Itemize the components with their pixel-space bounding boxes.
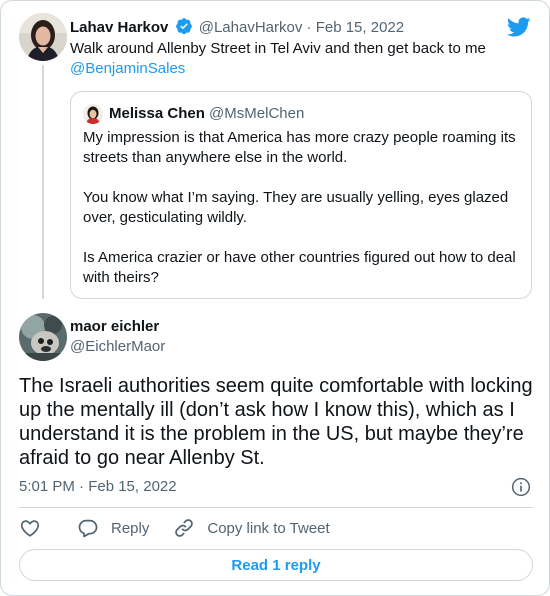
tweet-actions: Reply Copy link to Tweet [19,517,354,539]
heart-icon [20,520,40,537]
parent-tweet-text: Walk around Allenby Street in Tel Aviv a… [70,39,520,79]
separator-dot: · [306,19,312,36]
avatar[interactable] [19,313,67,361]
author-handle[interactable]: @EichlerMaor [70,337,165,357]
quoted-tweet-text: My impression is that America has more c… [83,128,521,288]
link-icon [175,519,194,537]
author-name[interactable]: maor eichler [70,317,159,337]
parent-tweet-header: Lahav Harkov @LahavHarkov · Feb 15, 2022 [70,17,404,38]
tweet-embed-card: Lahav Harkov @LahavHarkov · Feb 15, 2022… [0,0,550,596]
quoted-author-name: Melissa Chen [109,105,205,122]
quoted-paragraph: My impression is that America has more c… [83,129,516,166]
author-handle[interactable]: @LahavHarkov [199,19,303,36]
quoted-tweet-header: Melissa Chen @MsMelChen [109,104,304,124]
divider [19,507,533,508]
thread-connector-line [42,65,44,299]
read-replies-button[interactable]: Read 1 reply [19,549,533,581]
reply-button[interactable]: Reply [77,517,149,539]
tweet-timestamp[interactable]: 5:01 PM · Feb 15, 2022 [19,477,177,497]
read-replies-label: Read 1 reply [231,556,321,574]
quoted-paragraph: Is America crazier or have other countri… [83,249,516,286]
avatar[interactable] [19,13,67,61]
copy-link-label: Copy link to Tweet [207,519,330,537]
info-icon[interactable] [511,477,531,497]
like-button[interactable] [19,517,53,539]
tweet-date[interactable]: Feb 15, 2022 [316,19,404,36]
avatar [83,104,103,124]
parent-tweet-body: Walk around Allenby Street in Tel Aviv a… [70,40,486,57]
tweet-text: The Israeli authorities seem quite comfo… [19,375,533,469]
quoted-paragraph: You know what I’m saying. They are usual… [83,189,509,226]
reply-label: Reply [111,519,150,537]
copy-link-button[interactable]: Copy link to Tweet [173,517,330,539]
author-name[interactable]: Lahav Harkov [70,19,168,36]
quoted-author-handle: @MsMelChen [209,105,305,122]
quoted-tweet[interactable]: Melissa Chen @MsMelChen My impression is… [70,91,532,299]
mention-link[interactable]: @BenjaminSales [70,60,185,77]
twitter-bird-icon[interactable] [507,15,531,39]
verified-badge-icon [175,18,192,35]
speech-bubble-icon [78,519,98,538]
